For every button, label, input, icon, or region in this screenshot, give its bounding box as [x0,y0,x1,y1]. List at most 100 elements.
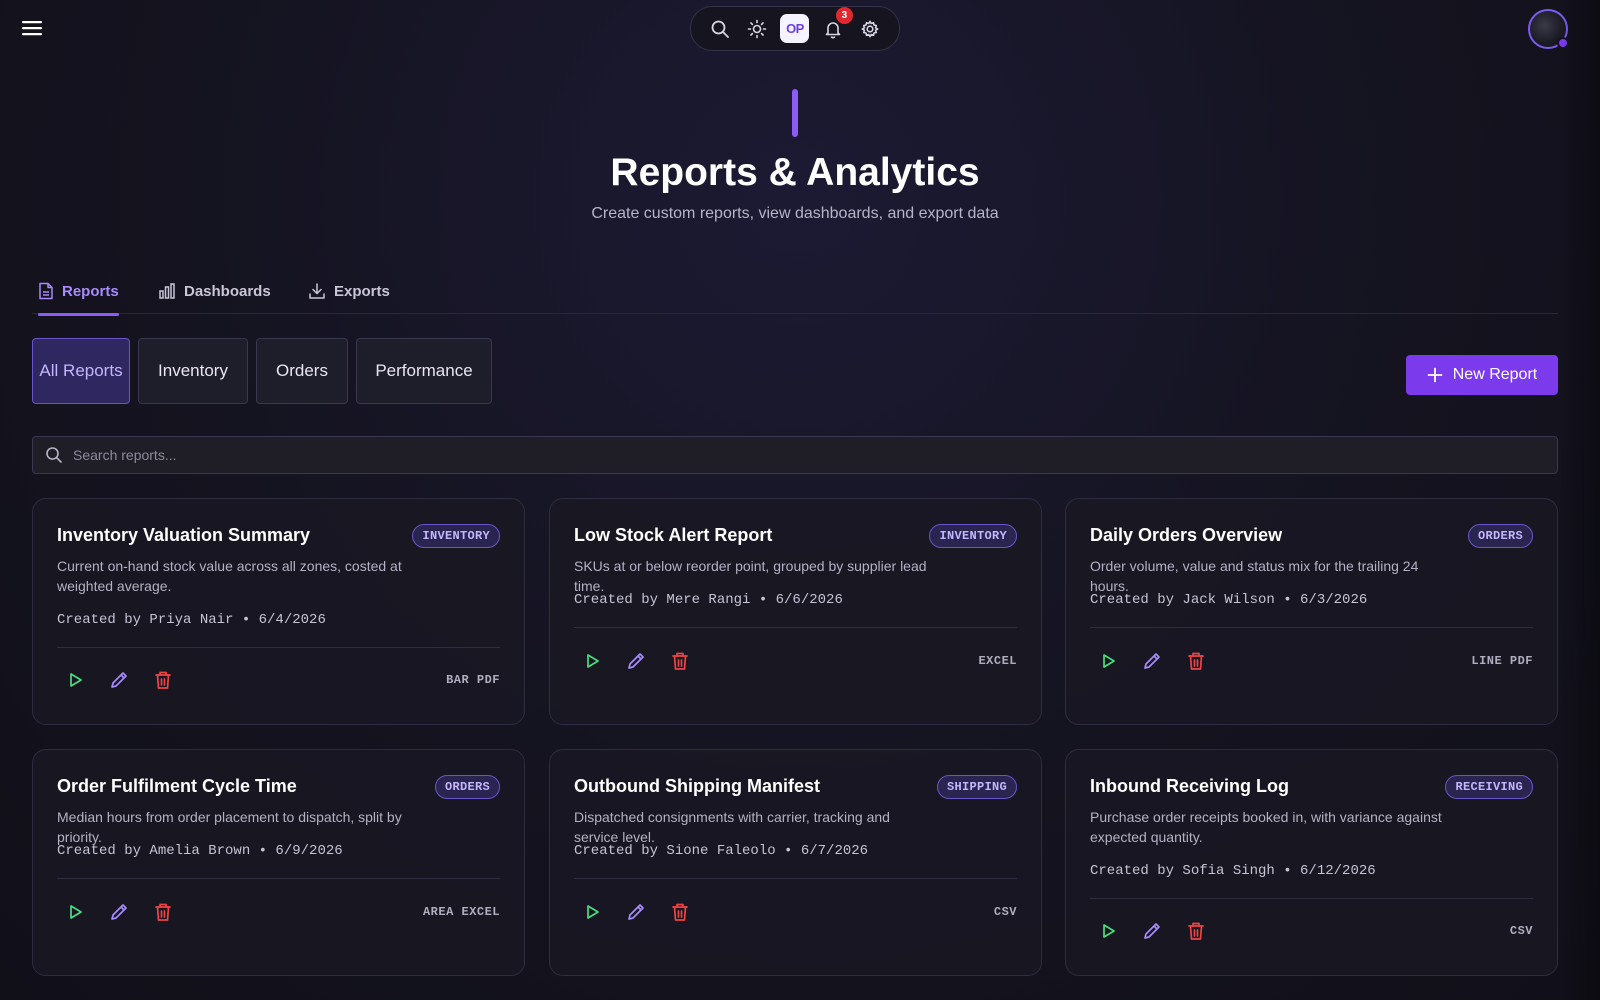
card-actions [580,900,692,924]
edit-report-button[interactable] [1140,649,1164,673]
report-formats: AREA EXCEL [422,905,500,919]
filter-performance[interactable]: Performance [356,338,492,404]
search-icon [711,20,729,38]
report-card[interactable]: Daily Orders Overview ORDERS Order volume,… [1065,498,1558,725]
delete-report-button[interactable] [668,649,692,673]
trash-icon [1188,652,1204,670]
top-toolbar: OP 3 [690,6,900,51]
run-report-button[interactable] [63,668,87,692]
filter-inventory[interactable]: Inventory [138,338,248,404]
card-actions [580,649,692,673]
document-icon [39,282,53,300]
search-icon [46,447,62,463]
report-formats: BAR PDF [446,673,500,687]
notifications-button[interactable]: 3 [819,6,853,43]
report-title[interactable]: Inventory Valuation Summary [57,525,310,546]
status-dot [1557,37,1569,49]
report-card[interactable]: Low Stock Alert Report INVENTORY SKUs at o… [549,498,1042,725]
report-card[interactable]: Inventory Valuation Summary INVENTORY Curr… [32,498,525,725]
play-icon [1103,654,1115,668]
card-actions [63,668,175,692]
card-divider [574,878,1017,879]
report-title[interactable]: Low Stock Alert Report [574,525,772,546]
run-report-button[interactable] [580,900,604,924]
report-formats: EXCEL [978,654,1017,668]
search-button[interactable] [706,15,734,43]
report-title[interactable]: Order Fulfilment Cycle Time [57,776,297,797]
trash-icon [155,671,171,689]
delete-report-button[interactable] [151,668,175,692]
pencil-icon [628,653,644,669]
run-report-button[interactable] [580,649,604,673]
report-card[interactable]: Order Fulfilment Cycle Time ORDERS Median … [32,749,525,976]
trash-icon [155,903,171,921]
trash-icon [672,903,688,921]
new-report-label: New Report [1452,366,1538,383]
card-divider [1090,898,1533,899]
category-badge: SHIPPING [936,775,1017,799]
report-card[interactable]: Outbound Shipping Manifest SHIPPING Dispat… [549,749,1042,976]
card-divider [57,878,500,879]
edit-report-button[interactable] [624,649,648,673]
report-meta: Created by Sofia Singh • 6/12/2026 [1090,863,1376,879]
card-divider [57,647,500,648]
report-title[interactable]: Outbound Shipping Manifest [574,776,820,797]
app-logo[interactable]: OP [780,14,810,43]
scroll-shade [1560,0,1600,1000]
run-report-button[interactable] [63,900,87,924]
card-actions [1096,919,1208,943]
tab-dashboards[interactable]: Dashboards [158,268,271,314]
delete-report-button[interactable] [1184,919,1208,943]
tab-label: Reports [62,282,119,300]
theme-toggle-button[interactable] [743,15,771,43]
report-meta: Created by Amelia Brown • 6/9/2026 [57,843,343,859]
edit-report-button[interactable] [107,668,131,692]
card-actions [1096,649,1208,673]
play-icon [70,673,82,687]
pencil-icon [1144,923,1160,939]
edit-report-button[interactable] [1140,919,1164,943]
sun-icon [747,19,767,38]
trash-icon [1188,922,1204,940]
report-meta: Created by Mere Rangi • 6/6/2026 [574,592,843,608]
category-badge: INVENTORY [929,524,1017,548]
run-report-button[interactable] [1096,919,1120,943]
trash-icon [672,652,688,670]
category-badge: ORDERS [1467,524,1533,548]
pencil-icon [111,672,127,688]
accent-bar [792,89,798,137]
report-formats: CSV [993,905,1017,919]
filter-all-reports[interactable]: All Reports [32,338,130,404]
settings-button[interactable] [856,15,884,43]
delete-report-button[interactable] [151,900,175,924]
play-icon [587,654,599,668]
report-description: Median hours from order placement to dis… [57,809,402,845]
report-meta: Created by Jack Wilson • 6/3/2026 [1090,592,1368,608]
edit-report-button[interactable] [624,900,648,924]
run-report-button[interactable] [1096,649,1120,673]
delete-report-button[interactable] [1184,649,1208,673]
card-divider [1090,627,1533,628]
report-description: Purchase order receipts booked in, with … [1090,809,1442,845]
card-divider [574,627,1017,628]
notification-count-badge: 3 [835,6,853,24]
menu-icon [22,21,42,36]
report-formats: LINE PDF [1471,654,1533,668]
report-card[interactable]: Inbound Receiving Log RECEIVING Purchase o… [1065,749,1558,976]
card-actions [63,900,175,924]
tab-reports[interactable]: Reports [38,268,119,316]
search-bar [32,436,1558,474]
report-description: Dispatched consignments with carrier, tr… [574,809,890,845]
hamburger-menu-button[interactable] [18,14,46,42]
play-icon [587,905,599,919]
delete-report-button[interactable] [668,900,692,924]
report-title[interactable]: Daily Orders Overview [1090,525,1282,546]
search-input[interactable] [73,447,1557,463]
report-title[interactable]: Inbound Receiving Log [1090,776,1289,797]
user-avatar[interactable] [1528,9,1569,49]
filter-orders[interactable]: Orders [256,338,348,404]
new-report-button[interactable]: New Report [1406,355,1558,395]
tab-exports[interactable]: Exports [308,268,390,314]
edit-report-button[interactable] [107,900,131,924]
tab-label: Exports [334,282,390,300]
